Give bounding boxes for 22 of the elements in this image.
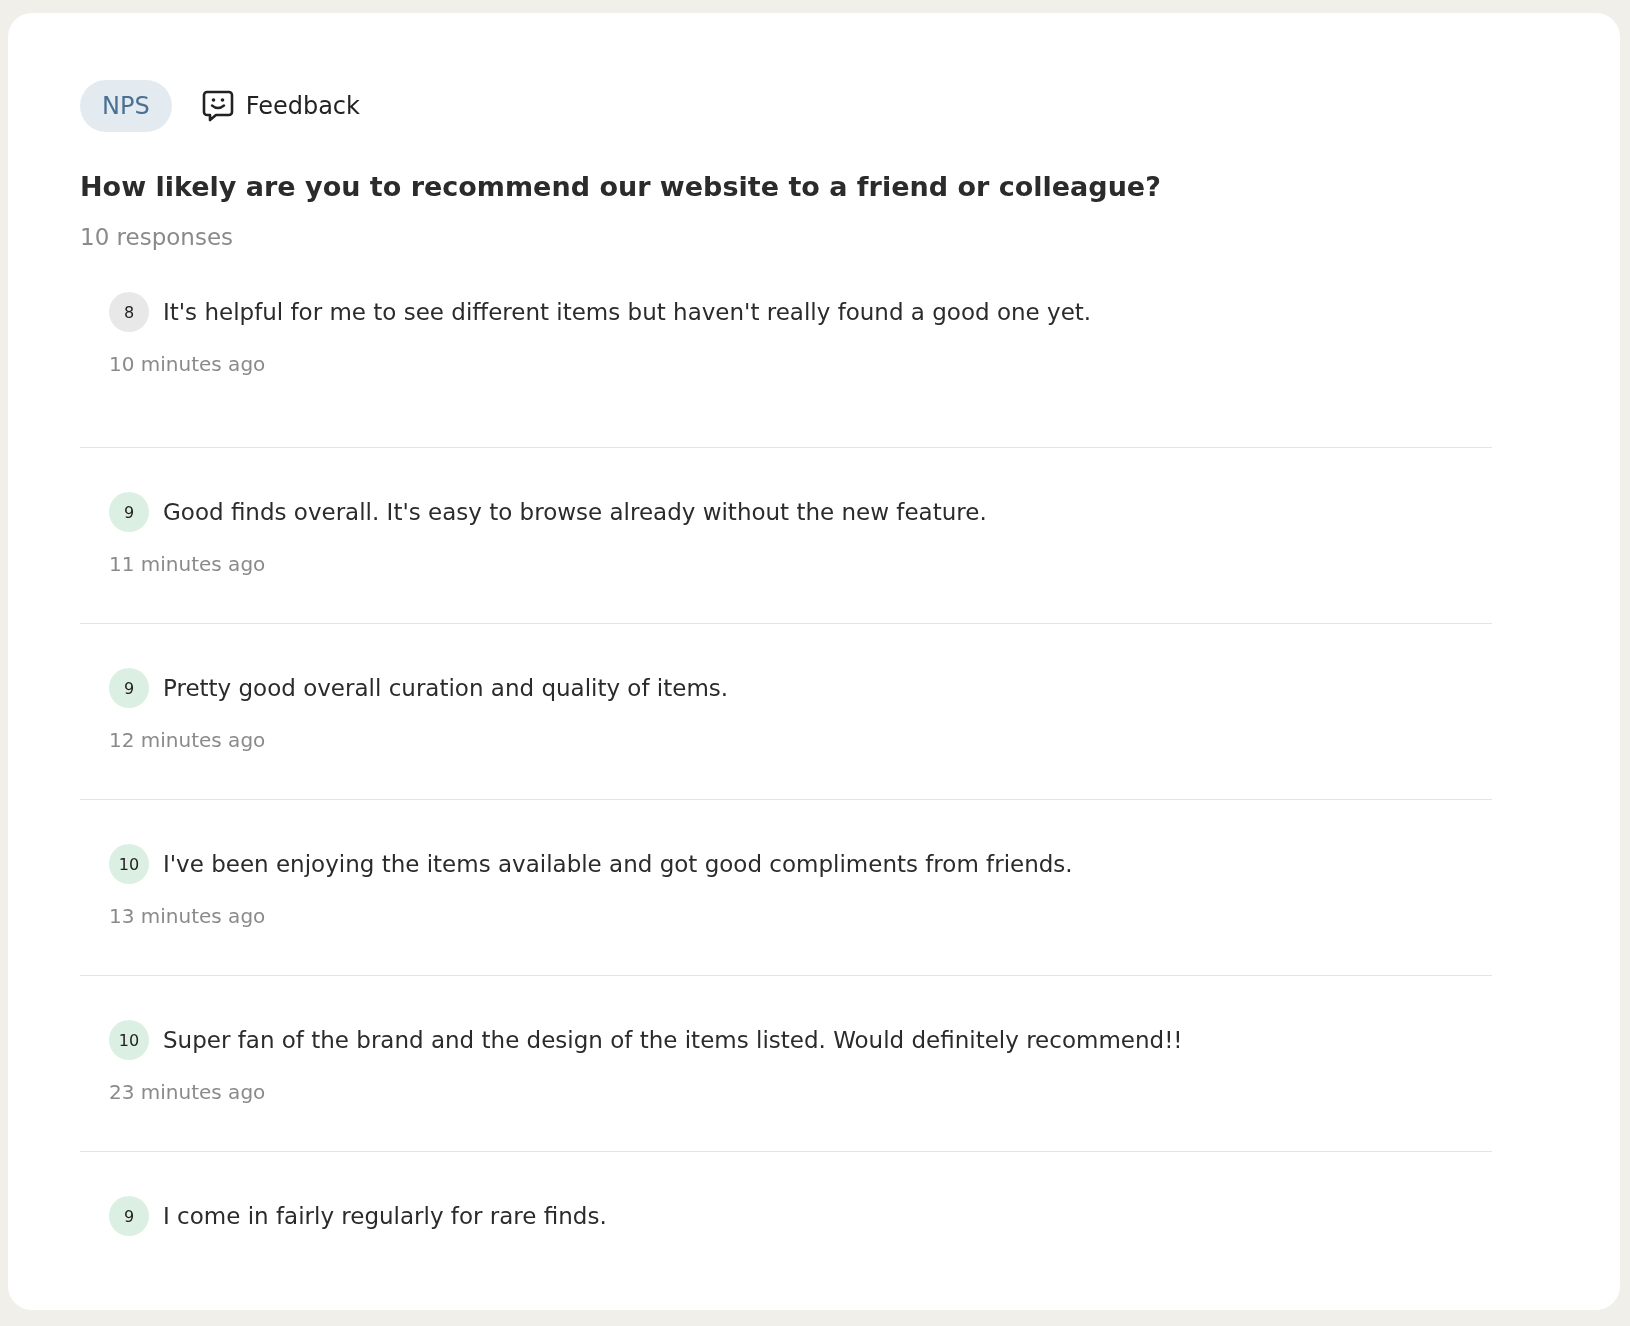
- response-comment: Pretty good overall curation and quality of items.: [163, 675, 729, 701]
- score-badge: 9: [109, 668, 149, 708]
- tab[interactable]: Feedback: [201, 77, 382, 135]
- response-time: 13 minutes ago: [109, 904, 267, 928]
- response-comment: Super fan of the brand and the design of the items listed. Would definitely recommend!!: [163, 1027, 1183, 1053]
- score-badge: 8: [109, 292, 149, 332]
- score-badge: 9: [109, 1196, 149, 1236]
- response-time: 10 minutes ago: [109, 352, 267, 376]
- score-badge: 10: [109, 1020, 149, 1060]
- score-badge: 9: [109, 492, 149, 532]
- response-comment: It's helpful for me to see different items but haven't really found a good one yet.: [163, 299, 1092, 325]
- response-time: 23 minutes ago: [109, 1080, 267, 1104]
- question-heading: How likely are you to recommend our website to a friend or colleague?: [80, 171, 1162, 202]
- response-comment: Good finds overall. It's easy to browse already without the new feature.: [163, 499, 987, 525]
- score-badge: 10: [109, 844, 149, 884]
- response-comment: I come in fairly regularly for rare finds.: [163, 1203, 607, 1229]
- response-count: 10 responses: [80, 224, 235, 250]
- response-comment: I've been enjoying the items available and got good compliments from friends.: [163, 851, 1073, 877]
- response-time: 12 minutes ago: [109, 728, 267, 752]
- smiley-chat-icon: [201, 89, 234, 123]
- tab[interactable]: NPS: [80, 80, 172, 132]
- response-time: 11 minutes ago: [109, 552, 267, 576]
